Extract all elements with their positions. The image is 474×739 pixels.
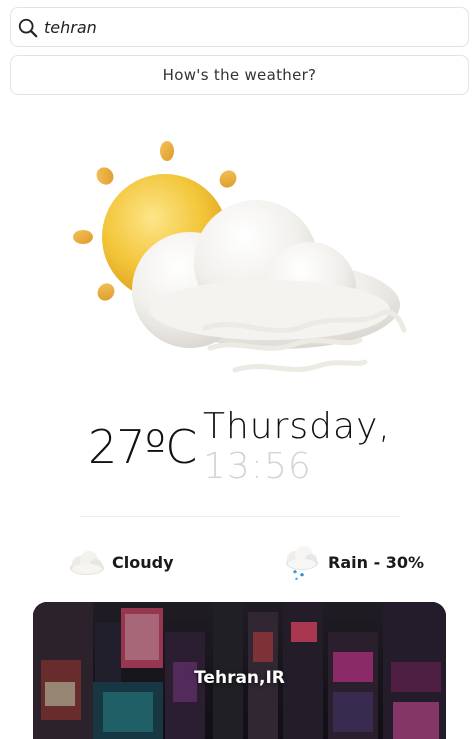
rain-cloud-icon: [286, 546, 318, 580]
condition-label: Cloudy: [112, 552, 174, 572]
city-card[interactable]: Tehran,IR: [33, 602, 446, 739]
cloud-icon: [70, 551, 104, 575]
search-input[interactable]: tehran: [44, 18, 97, 37]
search-icon[interactable]: [17, 17, 39, 39]
sun-cloud-wind-icon: [73, 141, 407, 373]
time-label: 13:56: [203, 446, 312, 487]
search-box[interactable]: tehran: [10, 7, 469, 47]
rain-stat: Rain - 30%: [282, 542, 424, 582]
condition-stat: Cloudy: [66, 542, 174, 582]
day-label: Thursday,: [203, 406, 391, 447]
divider: [80, 516, 400, 517]
check-weather-button[interactable]: How's the weather?: [10, 55, 469, 95]
temperature-value: 27ºC: [88, 420, 197, 474]
weather-app: tehran How's the weather? 27ºC Thursday,…: [0, 0, 474, 739]
city-name: Tehran,IR: [194, 668, 285, 688]
rain-label: Rain - 30%: [328, 552, 425, 572]
